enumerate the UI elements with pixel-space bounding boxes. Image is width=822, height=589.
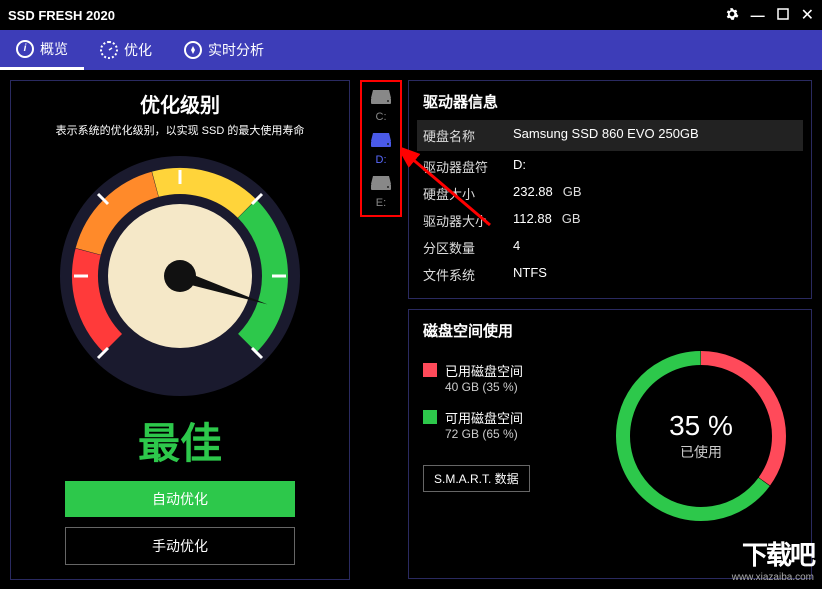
right-panel: 驱动器信息 硬盘名称 Samsung SSD 860 EVO 250GB 驱动器… xyxy=(402,70,822,589)
drive-icon xyxy=(369,174,393,192)
legend-label: 可用磁盘空间 xyxy=(445,408,523,427)
drive-selector: C: D: E: xyxy=(360,70,402,589)
legend-detail: 72 GB (65 %) xyxy=(445,427,523,441)
close-icon[interactable]: ✕ xyxy=(801,5,814,25)
info-row-partitions: 分区数量 4 xyxy=(423,234,797,261)
drive-item-d[interactable]: D: xyxy=(369,129,393,168)
tab-overview-label: 概览 xyxy=(40,39,68,59)
app-title: SSD FRESH 2020 xyxy=(8,8,725,23)
optimization-gauge xyxy=(50,146,310,406)
auto-optimize-button[interactable]: 自动优化 xyxy=(65,481,295,517)
drive-info-panel: 驱动器信息 硬盘名称 Samsung SSD 860 EVO 250GB 驱动器… xyxy=(408,80,812,299)
tab-realtime-label: 实时分析 xyxy=(208,40,264,60)
drive-label: D: xyxy=(369,154,393,166)
info-row-filesystem: 文件系统 NTFS xyxy=(423,261,797,288)
tab-realtime[interactable]: 实时分析 xyxy=(168,30,280,70)
tabbar: i 概览 优化 实时分析 xyxy=(0,30,822,70)
donut-label: 已使用 xyxy=(669,442,733,462)
titlebar: SSD FRESH 2020 — ✕ xyxy=(0,0,822,30)
info-row-drive-size: 驱动器大小 112.88 GB xyxy=(423,207,797,234)
drive-selector-highlight: C: D: E: xyxy=(360,80,402,217)
window-controls: — ✕ xyxy=(725,5,814,25)
info-key: 分区数量 xyxy=(423,238,513,257)
info-row-name: 硬盘名称 Samsung SSD 860 EVO 250GB xyxy=(417,120,803,151)
info-value: 112.88 xyxy=(513,211,552,230)
drive-icon xyxy=(369,88,393,106)
info-value: D: xyxy=(513,157,526,176)
info-key: 驱动器大小 xyxy=(423,211,513,230)
tab-overview[interactable]: i 概览 xyxy=(0,30,84,70)
info-value: 232.88 xyxy=(513,184,553,203)
optimization-status: 最佳 xyxy=(19,410,341,471)
info-key: 驱动器盘符 xyxy=(423,157,513,176)
info-key: 硬盘大小 xyxy=(423,184,513,203)
drive-item-e[interactable]: E: xyxy=(369,172,393,211)
swatch-free-icon xyxy=(423,410,437,424)
smart-data-button[interactable]: S.M.A.R.T. 数据 xyxy=(423,465,530,492)
donut-percent: 35 % xyxy=(669,410,733,442)
info-value: NTFS xyxy=(513,265,547,284)
drive-info-title: 驱动器信息 xyxy=(423,91,797,112)
disk-usage-donut: 35 % 已使用 xyxy=(611,346,791,526)
donut-center: 35 % 已使用 xyxy=(669,410,733,462)
drive-label: E: xyxy=(369,197,393,209)
swatch-used-icon xyxy=(423,363,437,377)
minimize-icon[interactable]: — xyxy=(751,7,765,23)
disk-usage-panel: 磁盘空间使用 已用磁盘空间 40 GB (35 %) 可用磁盘空间 72 GB … xyxy=(408,309,812,579)
info-unit: GB xyxy=(563,184,582,203)
gauge-icon xyxy=(100,41,118,59)
drive-item-c[interactable]: C: xyxy=(369,86,393,125)
info-icon: i xyxy=(16,40,34,58)
info-value: Samsung SSD 860 EVO 250GB xyxy=(513,126,699,145)
info-key: 文件系统 xyxy=(423,265,513,284)
settings-gear-icon[interactable] xyxy=(725,7,739,24)
info-unit: GB xyxy=(562,211,581,230)
tab-optimize[interactable]: 优化 xyxy=(84,30,168,70)
left-panel: 优化级别 表示系统的优化级别，以实现 SSD 的最大使用寿命 xyxy=(0,70,360,589)
manual-optimize-button[interactable]: 手动优化 xyxy=(65,527,295,565)
legend-label: 已用磁盘空间 xyxy=(445,361,523,380)
drive-label: C: xyxy=(369,111,393,123)
drive-icon xyxy=(369,131,393,149)
optimization-panel: 优化级别 表示系统的优化级别，以实现 SSD 的最大使用寿命 xyxy=(10,80,350,580)
compass-icon xyxy=(184,41,202,59)
optimization-title: 优化级别 xyxy=(19,89,341,118)
maximize-icon[interactable] xyxy=(777,7,789,23)
optimization-desc: 表示系统的优化级别，以实现 SSD 的最大使用寿命 xyxy=(19,122,341,138)
info-key: 硬盘名称 xyxy=(423,126,513,145)
info-value: 4 xyxy=(513,238,520,257)
info-row-letter: 驱动器盘符 D: xyxy=(423,153,797,180)
legend-detail: 40 GB (35 %) xyxy=(445,380,523,394)
disk-usage-title: 磁盘空间使用 xyxy=(423,320,797,341)
tab-optimize-label: 优化 xyxy=(124,40,152,60)
info-row-disk-size: 硬盘大小 232.88 GB xyxy=(423,180,797,207)
